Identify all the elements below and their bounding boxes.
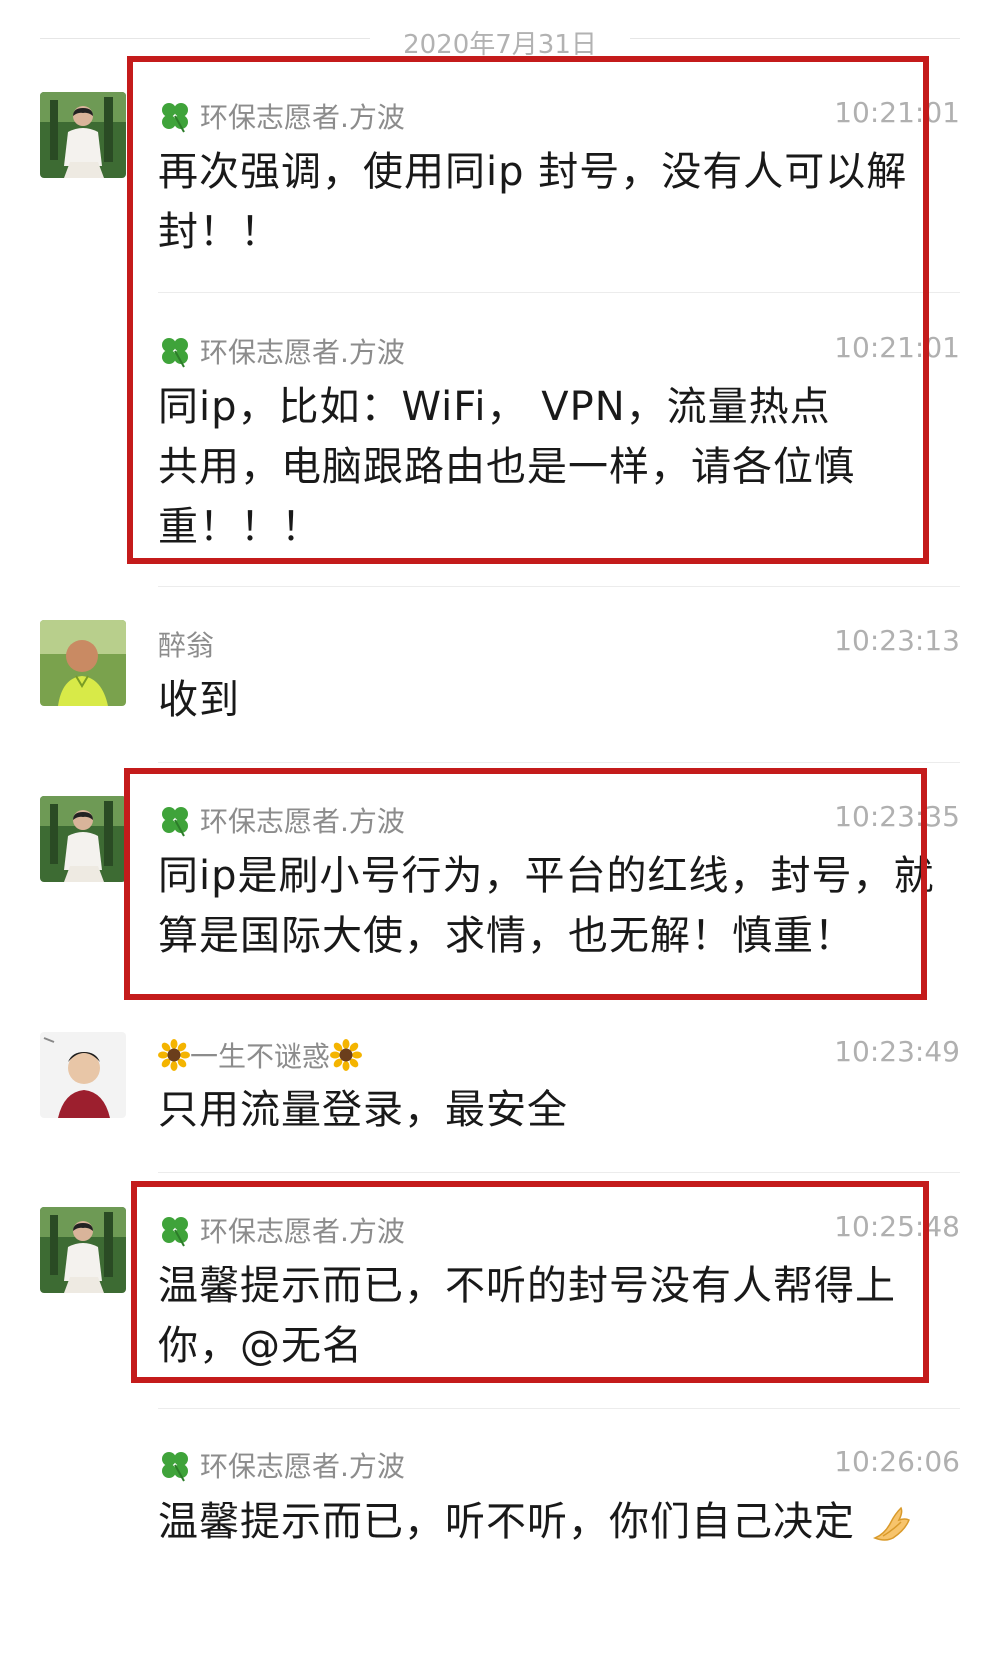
four-leaf-clover-icon (162, 807, 188, 837)
sender-name[interactable]: 环保志愿者.方波 (158, 1210, 405, 1250)
four-leaf-clover-icon (162, 1452, 188, 1482)
sender-row: 环保志愿者.方波 10:25:48 (158, 1210, 960, 1250)
avatar[interactable] (40, 796, 126, 882)
sender-label: 环保志愿者.方波 (200, 1215, 405, 1248)
sunflower-icon (158, 1039, 190, 1071)
message-time: 10:25:48 (834, 1210, 960, 1243)
message-text-row: 温馨提示而已，听不听，你们自己决定 (158, 1492, 938, 1552)
sender-row: 环保志愿者.方波 10:26:06 (158, 1445, 960, 1485)
message-text: 再次强调，使用同ip 封号，没有人可以解封！！ (158, 149, 908, 255)
divider-line (630, 38, 960, 39)
chat-history: 2020年7月31日 环保志愿者.方波 10:21:01 再次强调，使用同ip … (0, 0, 1000, 1668)
message-time: 10:23:35 (834, 800, 960, 833)
message-separator (158, 586, 960, 587)
message-separator (158, 1172, 960, 1173)
sender-row: 环保志愿者.方波 10:21:01 (158, 96, 960, 136)
message-text: 同ip是刷小号行为，平台的红线，封号，就算是国际大使，求情，也无解！慎重！ (158, 853, 935, 959)
sender-label: 环保志愿者.方波 (200, 101, 405, 134)
message-text: 温馨提示而已，听不听，你们自己决定 (158, 1499, 855, 1545)
message-text: 同ip，比如：WiFi， VPN，流量热点共用，电脑跟路由也是一样，请各位慎重！… (158, 384, 855, 550)
sender-name[interactable]: 环保志愿者.方波 (158, 800, 405, 840)
avatar[interactable] (40, 1032, 126, 1118)
avatar[interactable] (40, 620, 126, 706)
date-divider: 2020年7月31日 (40, 16, 960, 60)
avatar[interactable] (40, 1207, 126, 1293)
message-time: 10:21:01 (834, 331, 960, 364)
sender-label: 环保志愿者.方波 (200, 336, 405, 369)
message-time: 10:23:13 (834, 624, 960, 657)
message-separator (158, 292, 960, 293)
message-time: 10:21:01 (834, 96, 960, 129)
message-text: 温馨提示而已，不听的封号没有人帮得上你，@无名 (158, 1263, 896, 1369)
sender-label: 环保志愿者.方波 (200, 805, 405, 838)
sender-label: 一生不谜惑 (190, 1040, 331, 1073)
sender-row: 环保志愿者.方波 10:23:35 (158, 800, 960, 840)
four-leaf-clover-icon (162, 338, 188, 368)
sender-name[interactable]: 醉翁 (158, 624, 214, 664)
sunflower-icon (330, 1039, 363, 1071)
sender-label: 环保志愿者.方波 (200, 1450, 405, 1483)
message-separator (158, 1408, 960, 1409)
sender-name[interactable]: 一生不谜惑 (158, 1035, 363, 1075)
message-text: 收到 (158, 677, 240, 723)
message-text: 只用流量登录，最安全 (158, 1087, 568, 1133)
sender-row: 醉翁 10:23:13 (158, 624, 960, 664)
avatar[interactable] (40, 92, 126, 178)
sender-row: 环保志愿者.方波 10:21:01 (158, 331, 960, 371)
sender-name[interactable]: 环保志愿者.方波 (158, 1445, 405, 1485)
sender-label: 醉翁 (158, 629, 215, 662)
message-time: 10:26:06 (834, 1445, 960, 1478)
date-label: 2020年7月31日 (403, 30, 597, 60)
four-leaf-clover-icon (162, 1217, 188, 1247)
sender-name[interactable]: 环保志愿者.方波 (158, 331, 405, 371)
sender-row: 一生不谜惑 10:23:49 (158, 1035, 960, 1075)
message-separator (158, 762, 960, 763)
sender-name[interactable]: 环保志愿者.方波 (158, 96, 405, 136)
message-time: 10:23:49 (834, 1035, 960, 1068)
folded-hands-icon (872, 1506, 910, 1541)
four-leaf-clover-icon (162, 103, 188, 133)
